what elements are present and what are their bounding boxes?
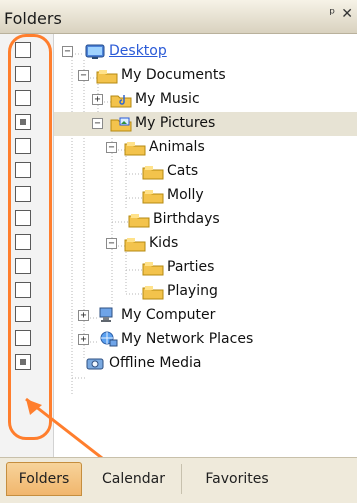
- checkbox-molly[interactable]: [15, 186, 31, 202]
- checkbox-my-pictures[interactable]: [15, 114, 31, 130]
- tree-item-label[interactable]: Parties: [167, 259, 214, 275]
- tree-item-label[interactable]: Desktop: [109, 43, 167, 59]
- expand-icon[interactable]: +: [78, 310, 89, 321]
- tree-item-offline-media[interactable]: Offline Media: [54, 352, 357, 376]
- expand-icon[interactable]: +: [78, 334, 89, 345]
- collapse-icon[interactable]: −: [78, 70, 89, 81]
- tree-item-my-documents[interactable]: − My Documents: [54, 64, 357, 88]
- collapse-icon[interactable]: −: [106, 238, 117, 249]
- collapse-icon[interactable]: −: [92, 118, 103, 129]
- checkbox-my-network-places[interactable]: [15, 330, 31, 346]
- computer-icon: [99, 307, 113, 322]
- expand-icon[interactable]: +: [92, 94, 103, 105]
- folder-icon: [128, 214, 150, 228]
- folder-icon: [142, 286, 164, 300]
- checkbox-my-documents[interactable]: [15, 66, 31, 82]
- folder-icon: [142, 262, 164, 276]
- panel-title: Folders: [4, 9, 62, 28]
- folder-icon: [142, 190, 164, 204]
- tab-calendar[interactable]: Calendar: [86, 464, 182, 494]
- bottom-tab-bar: Folders Calendar Favorites: [0, 457, 357, 503]
- folders-panel-screenshot: Folders ᵖ ✕ − Desktop − My Documents + M…: [0, 0, 357, 503]
- checkbox-cats[interactable]: [15, 162, 31, 178]
- folder-icon: [142, 166, 164, 180]
- folder-icon: [124, 142, 146, 156]
- tab-folders[interactable]: Folders: [6, 462, 82, 496]
- tab-favorites[interactable]: Favorites: [186, 464, 288, 494]
- tree-item-label[interactable]: My Network Places: [121, 331, 253, 347]
- tree-item-birthdays[interactable]: Birthdays: [54, 208, 357, 232]
- tree-item-label[interactable]: My Computer: [121, 307, 215, 323]
- tree-item-desktop[interactable]: − Desktop: [54, 40, 357, 64]
- tree-item-label[interactable]: Playing: [167, 283, 218, 299]
- panel-header: Folders ᵖ ✕: [0, 0, 357, 34]
- tree-item-label[interactable]: Molly: [167, 187, 204, 203]
- tab-label: Folders: [18, 471, 70, 487]
- tree-item-cats[interactable]: Cats: [54, 160, 357, 184]
- tree-item-label[interactable]: Birthdays: [153, 211, 220, 227]
- checkbox-my-music[interactable]: [15, 90, 31, 106]
- close-icon[interactable]: ✕: [341, 6, 353, 22]
- tree-item-label[interactable]: Animals: [149, 139, 205, 155]
- tree-item-label[interactable]: Offline Media: [109, 355, 201, 371]
- tree-item-label[interactable]: Cats: [167, 163, 198, 179]
- checkbox-birthdays[interactable]: [15, 210, 31, 226]
- tree-item-playing[interactable]: Playing: [54, 280, 357, 304]
- tab-label: Calendar: [102, 471, 165, 487]
- offline-media-icon: [86, 358, 104, 370]
- tree-item-my-pictures[interactable]: − My Pictures: [54, 112, 357, 136]
- checkbox-my-computer[interactable]: [15, 306, 31, 322]
- checkbox-kids[interactable]: [15, 234, 31, 250]
- collapse-icon[interactable]: −: [62, 46, 73, 57]
- folder-icon: [124, 238, 146, 252]
- tree-item-my-computer[interactable]: + My Computer: [54, 304, 357, 328]
- checkbox-animals[interactable]: [15, 138, 31, 154]
- checkbox-playing[interactable]: [15, 282, 31, 298]
- checkbox-offline-media[interactable]: [15, 354, 31, 370]
- header-icons: ᵖ ✕: [329, 6, 353, 22]
- tree-item-molly[interactable]: Molly: [54, 184, 357, 208]
- pin-icon[interactable]: ᵖ: [329, 6, 335, 22]
- tree-item-animals[interactable]: − Animals: [54, 136, 357, 160]
- tree-item-label[interactable]: Kids: [149, 235, 178, 251]
- tree-item-label[interactable]: My Documents: [121, 67, 226, 83]
- tree-item-label[interactable]: My Pictures: [135, 115, 215, 131]
- tab-label: Favorites: [205, 471, 269, 487]
- desktop-icon: [85, 44, 105, 59]
- tree-item-parties[interactable]: Parties: [54, 256, 357, 280]
- tree-item-label[interactable]: My Music: [135, 91, 200, 107]
- checkbox-parties[interactable]: [15, 258, 31, 274]
- checkbox-desktop[interactable]: [15, 42, 31, 58]
- tree-item-my-music[interactable]: + My Music: [54, 88, 357, 112]
- pictures-folder-icon: [110, 117, 132, 132]
- collapse-icon[interactable]: −: [106, 142, 117, 153]
- tree-item-kids[interactable]: − Kids: [54, 232, 357, 256]
- folder-tree: − Desktop − My Documents + My Music − My…: [54, 34, 357, 457]
- folders-panel: Folders ᵖ ✕ − Desktop − My Documents + M…: [0, 0, 357, 503]
- folder-icon: [96, 70, 118, 84]
- tree-item-my-network-places[interactable]: + My Network Places: [54, 328, 357, 352]
- network-icon: [100, 331, 118, 347]
- checkbox-column: [0, 34, 54, 457]
- music-folder-icon: [110, 95, 132, 108]
